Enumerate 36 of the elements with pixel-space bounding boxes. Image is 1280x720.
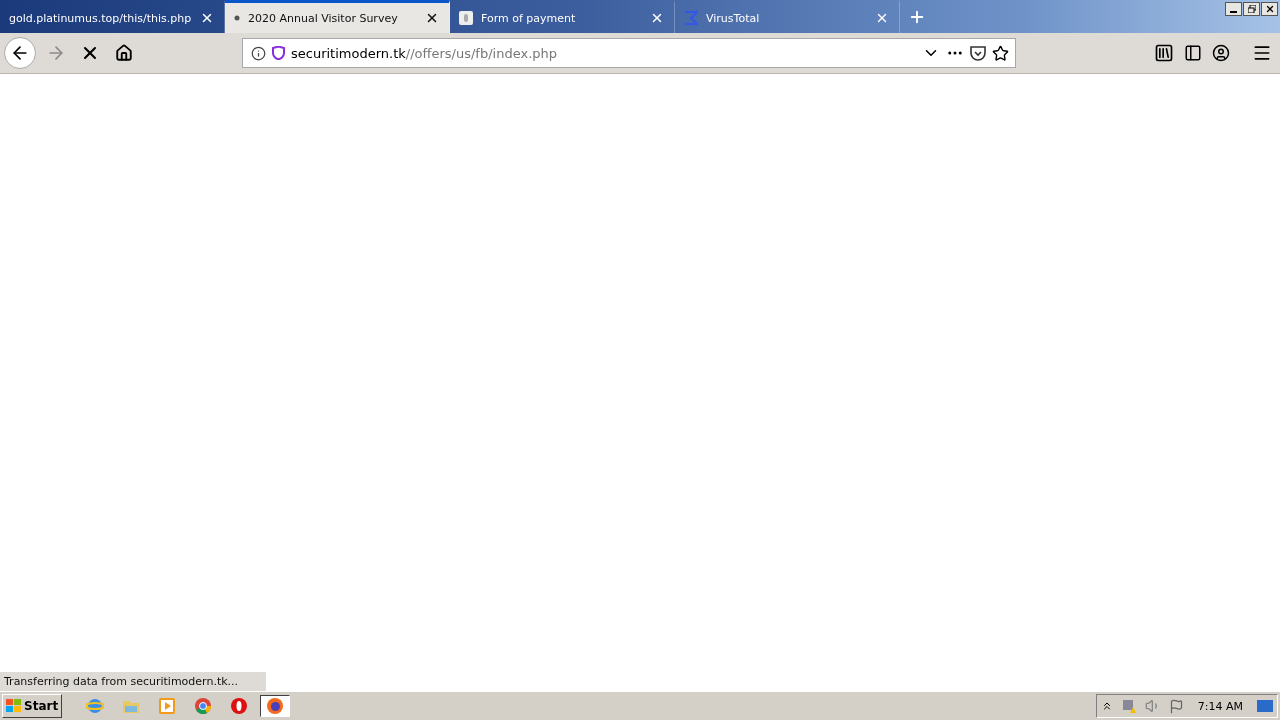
play-icon: [159, 698, 176, 714]
dot-icon: [234, 15, 240, 21]
url-text: securitimodern.tk//offers/us/fb/index.php: [291, 45, 559, 61]
sidebar-icon[interactable]: [1184, 44, 1202, 62]
home-icon[interactable]: [115, 44, 133, 62]
chrome-icon: [195, 698, 212, 714]
shield-icon: [272, 46, 285, 60]
clock: 7:14 AM: [1197, 699, 1243, 713]
close-icon: [1264, 4, 1275, 14]
restore-button[interactable]: [1243, 2, 1260, 16]
account-icon[interactable]: [1212, 44, 1230, 62]
start-button[interactable]: Start: [2, 694, 63, 718]
star-icon[interactable]: [992, 44, 1009, 62]
close-icon[interactable]: [425, 11, 439, 25]
page-icon: [459, 11, 473, 25]
sigma-icon: [684, 11, 698, 25]
network-warning-icon: [1120, 698, 1137, 714]
info-icon: [251, 45, 266, 61]
restore-icon: [1247, 5, 1256, 13]
folder-icon: [122, 698, 141, 714]
flag-icon[interactable]: [1168, 698, 1184, 714]
minimize-button[interactable]: [1225, 2, 1242, 16]
status-text: Transferring data from securitimodern.tk...: [0, 672, 267, 691]
back-button[interactable]: [4, 37, 36, 69]
globe-icon: [86, 697, 105, 715]
address-bar[interactable]: securitimodern.tk//offers/us/fb/index.php: [242, 38, 1016, 68]
windows-logo-icon: [6, 699, 22, 713]
menu-icon[interactable]: [1252, 43, 1272, 63]
library-icon[interactable]: [1154, 43, 1174, 63]
opera-icon: [231, 698, 248, 714]
close-icon[interactable]: [200, 11, 214, 25]
close-button[interactable]: [1261, 2, 1278, 16]
taskbar-app[interactable]: [260, 695, 291, 717]
pocket-icon[interactable]: [970, 45, 986, 61]
browser-tab[interactable]: 2020 Annual Visitor Survey: [225, 0, 450, 33]
firefox-icon: [267, 698, 284, 714]
